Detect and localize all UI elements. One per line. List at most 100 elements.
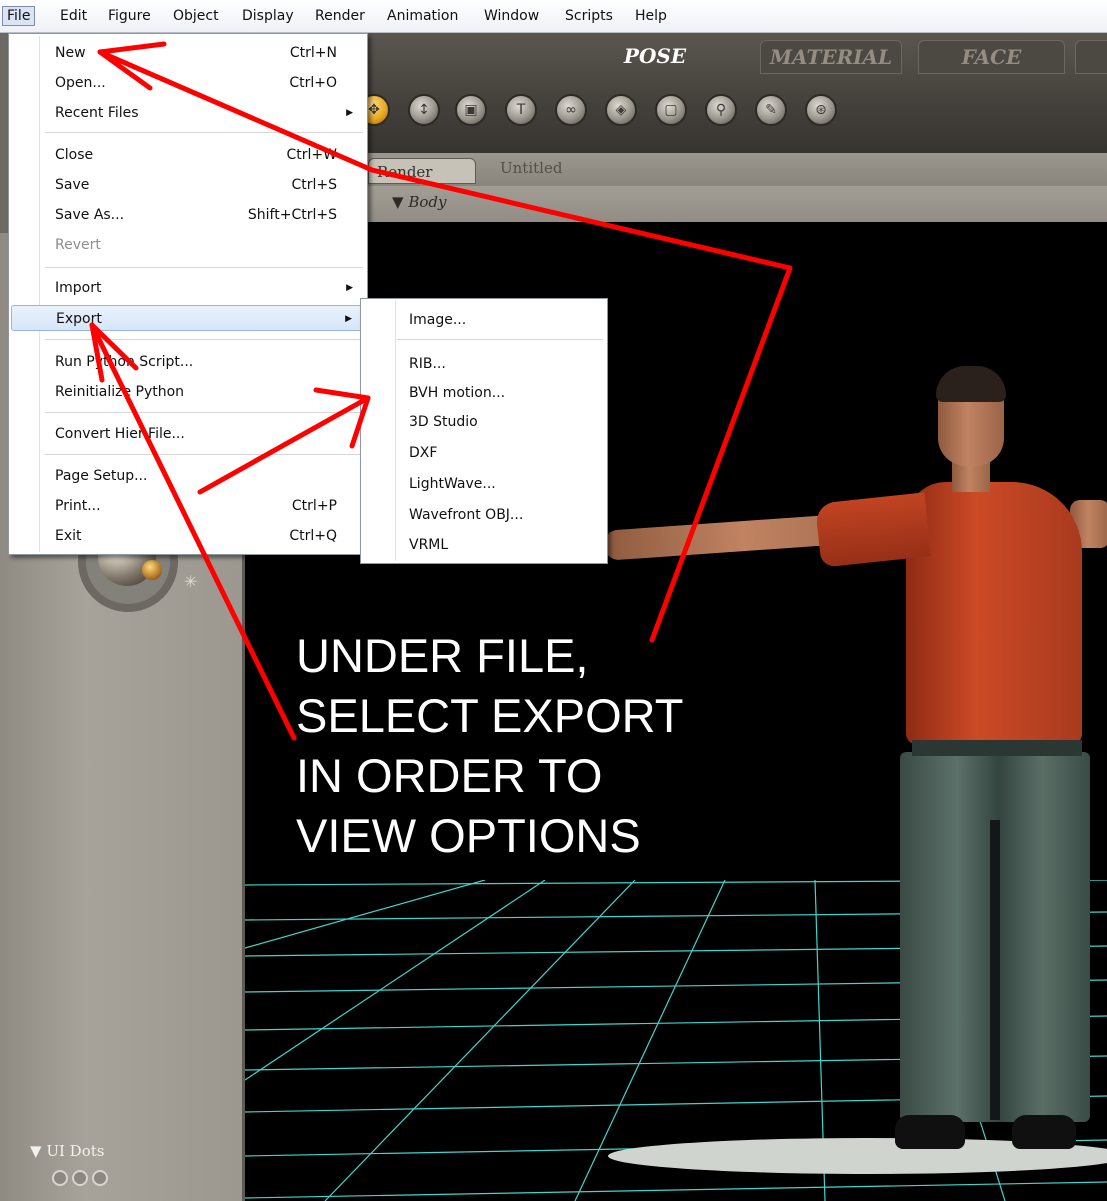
export-item-wavefront-obj[interactable]: Wavefront OBJ... (361, 502, 607, 528)
menu-item-label: Close (55, 147, 94, 163)
figure-part-label: Body (408, 193, 447, 211)
tab-render[interactable]: Render (368, 158, 476, 184)
menu-item-shortcut: Ctrl+P (291, 498, 337, 514)
export-submenu: Image... RIB... BVH motion... 3D Studio … (360, 298, 608, 564)
menu-separator (45, 339, 363, 340)
menu-window[interactable]: Window (484, 8, 539, 24)
color-tool-icon[interactable]: ◈ (605, 94, 637, 126)
light-bulb-icon[interactable] (142, 560, 162, 580)
menu-item-shortcut: Shift+Ctrl+S (247, 207, 337, 223)
instruction-line-2: SELECT EXPORT (296, 689, 684, 742)
menu-item-label: 3D Studio (409, 414, 478, 430)
ui-dot-1[interactable] (52, 1170, 68, 1186)
tab-material[interactable]: MATERIAL (760, 40, 902, 74)
export-item-3d-studio[interactable]: 3D Studio (361, 409, 607, 435)
export-item-rib[interactable]: RIB... (361, 351, 607, 377)
menu-help[interactable]: Help (635, 8, 667, 24)
menu-item-label: Open... (55, 75, 106, 91)
menu-separator (397, 339, 603, 340)
menu-item-save[interactable]: Save Ctrl+S (9, 172, 367, 198)
menu-item-recent-files[interactable]: Recent Files ▶ (9, 100, 367, 126)
menu-scripts[interactable]: Scripts (565, 8, 613, 24)
menu-item-convert-hier-file[interactable]: Convert Hier File... (9, 421, 367, 447)
figure-right-shoe[interactable] (1012, 1115, 1076, 1149)
menu-item-label: Page Setup... (55, 468, 148, 484)
tab-face[interactable]: FACE (918, 40, 1065, 74)
export-item-dxf[interactable]: DXF (361, 440, 607, 466)
menu-render[interactable]: Render (315, 8, 365, 24)
menu-item-label: Save (55, 177, 90, 193)
instruction-text: UNDER FILE, SELECT EXPORT IN ORDER TO VI… (296, 626, 683, 866)
menu-item-print[interactable]: Print... Ctrl+P (9, 493, 367, 519)
menu-item-open[interactable]: Open... Ctrl+O (9, 70, 367, 96)
menu-item-label: Wavefront OBJ... (409, 507, 524, 523)
figure-shirt[interactable] (906, 482, 1082, 744)
menu-display[interactable]: Display (242, 8, 294, 24)
instruction-line-4: VIEW OPTIONS (296, 809, 641, 862)
menu-file[interactable]: File (2, 6, 36, 26)
light-star-icon[interactable]: ✳ (184, 572, 197, 591)
morph-brush-icon[interactable]: ✎ (755, 94, 787, 126)
menu-animation[interactable]: Animation (387, 8, 458, 24)
submenu-arrow-icon: ▶ (346, 283, 353, 293)
grouping-tool-icon[interactable]: ▢ (655, 94, 687, 126)
uidots-row (52, 1170, 112, 1190)
menu-item-label: RIB... (409, 356, 446, 372)
menu-item-close[interactable]: Close Ctrl+W (9, 142, 367, 168)
menu-item-shortcut: Ctrl+Q (289, 528, 337, 544)
menu-item-shortcut: Ctrl+W (286, 147, 337, 163)
instruction-line-3: IN ORDER TO (296, 749, 603, 802)
menu-item-revert: Revert (9, 232, 367, 258)
menu-item-exit[interactable]: Exit Ctrl+Q (9, 523, 367, 549)
figure-leg-gap (990, 820, 1000, 1120)
menu-item-label: New (55, 45, 86, 61)
direct-manipulation-icon[interactable]: ⊛ (805, 94, 837, 126)
menu-item-label: Import (55, 280, 102, 296)
menu-item-label: Image... (409, 312, 467, 328)
menu-item-new[interactable]: New Ctrl+N (9, 40, 367, 66)
menu-item-label: Reinitialize Python (55, 384, 185, 400)
menu-item-run-python-script[interactable]: Run Python Script... (9, 349, 367, 375)
document-title: Untitled (500, 159, 563, 177)
export-item-lightwave[interactable]: LightWave... (361, 471, 607, 497)
dropdown-triangle-icon: ▼ (392, 193, 404, 211)
menu-item-label: LightWave... (409, 476, 496, 492)
menu-bar: File Edit Figure Object Display Render A… (0, 0, 1107, 33)
menu-item-shortcut: Ctrl+N (289, 45, 337, 61)
menu-item-label: Export (56, 311, 102, 327)
menu-item-label: DXF (409, 445, 438, 461)
menu-figure[interactable]: Figure (108, 8, 151, 24)
scale-tool-icon[interactable]: ▣ (455, 94, 487, 126)
figure-selector-bar (245, 186, 1107, 223)
menu-item-label: VRML (409, 537, 449, 553)
collapse-triangle-icon: ▼ (30, 1142, 42, 1160)
menu-item-page-setup[interactable]: Page Setup... (9, 463, 367, 489)
submenu-arrow-icon: ▶ (346, 108, 353, 118)
export-item-bvh-motion[interactable]: BVH motion... (361, 380, 607, 406)
submenu-arrow-icon: ▶ (345, 314, 352, 324)
figure-part-select[interactable]: ▼ Body (392, 193, 446, 211)
translate-tool-icon[interactable]: ↕ (408, 94, 440, 126)
menu-item-label: Recent Files (55, 105, 139, 121)
view-magnifier-icon[interactable]: ⚲ (705, 94, 737, 126)
menu-item-save-as[interactable]: Save As... Shift+Ctrl+S (9, 202, 367, 228)
menu-separator (45, 412, 363, 413)
ui-dot-2[interactable] (72, 1170, 88, 1186)
menu-item-shortcut: Ctrl+O (289, 75, 337, 91)
tab-more[interactable] (1075, 40, 1107, 74)
menu-object[interactable]: Object (173, 8, 219, 24)
menu-item-export[interactable]: Export ▶ (11, 305, 365, 331)
menu-item-import[interactable]: Import ▶ (9, 275, 367, 301)
figure-left-sleeve[interactable] (814, 492, 932, 568)
export-item-image[interactable]: Image... (361, 307, 607, 333)
taper-tool-icon[interactable]: T (505, 94, 537, 126)
chain-tool-icon[interactable]: ∞ (555, 94, 587, 126)
ui-dot-3[interactable] (92, 1170, 108, 1186)
menu-edit[interactable]: Edit (60, 8, 87, 24)
uidots-header[interactable]: ▼ UI Dots (30, 1142, 104, 1160)
menu-item-reinitialize-python[interactable]: Reinitialize Python (9, 379, 367, 405)
menu-item-label: Revert (55, 237, 101, 253)
export-item-vrml[interactable]: VRML (361, 532, 607, 558)
figure-left-shoe[interactable] (895, 1115, 965, 1149)
tab-pose[interactable]: POSE (560, 40, 750, 72)
